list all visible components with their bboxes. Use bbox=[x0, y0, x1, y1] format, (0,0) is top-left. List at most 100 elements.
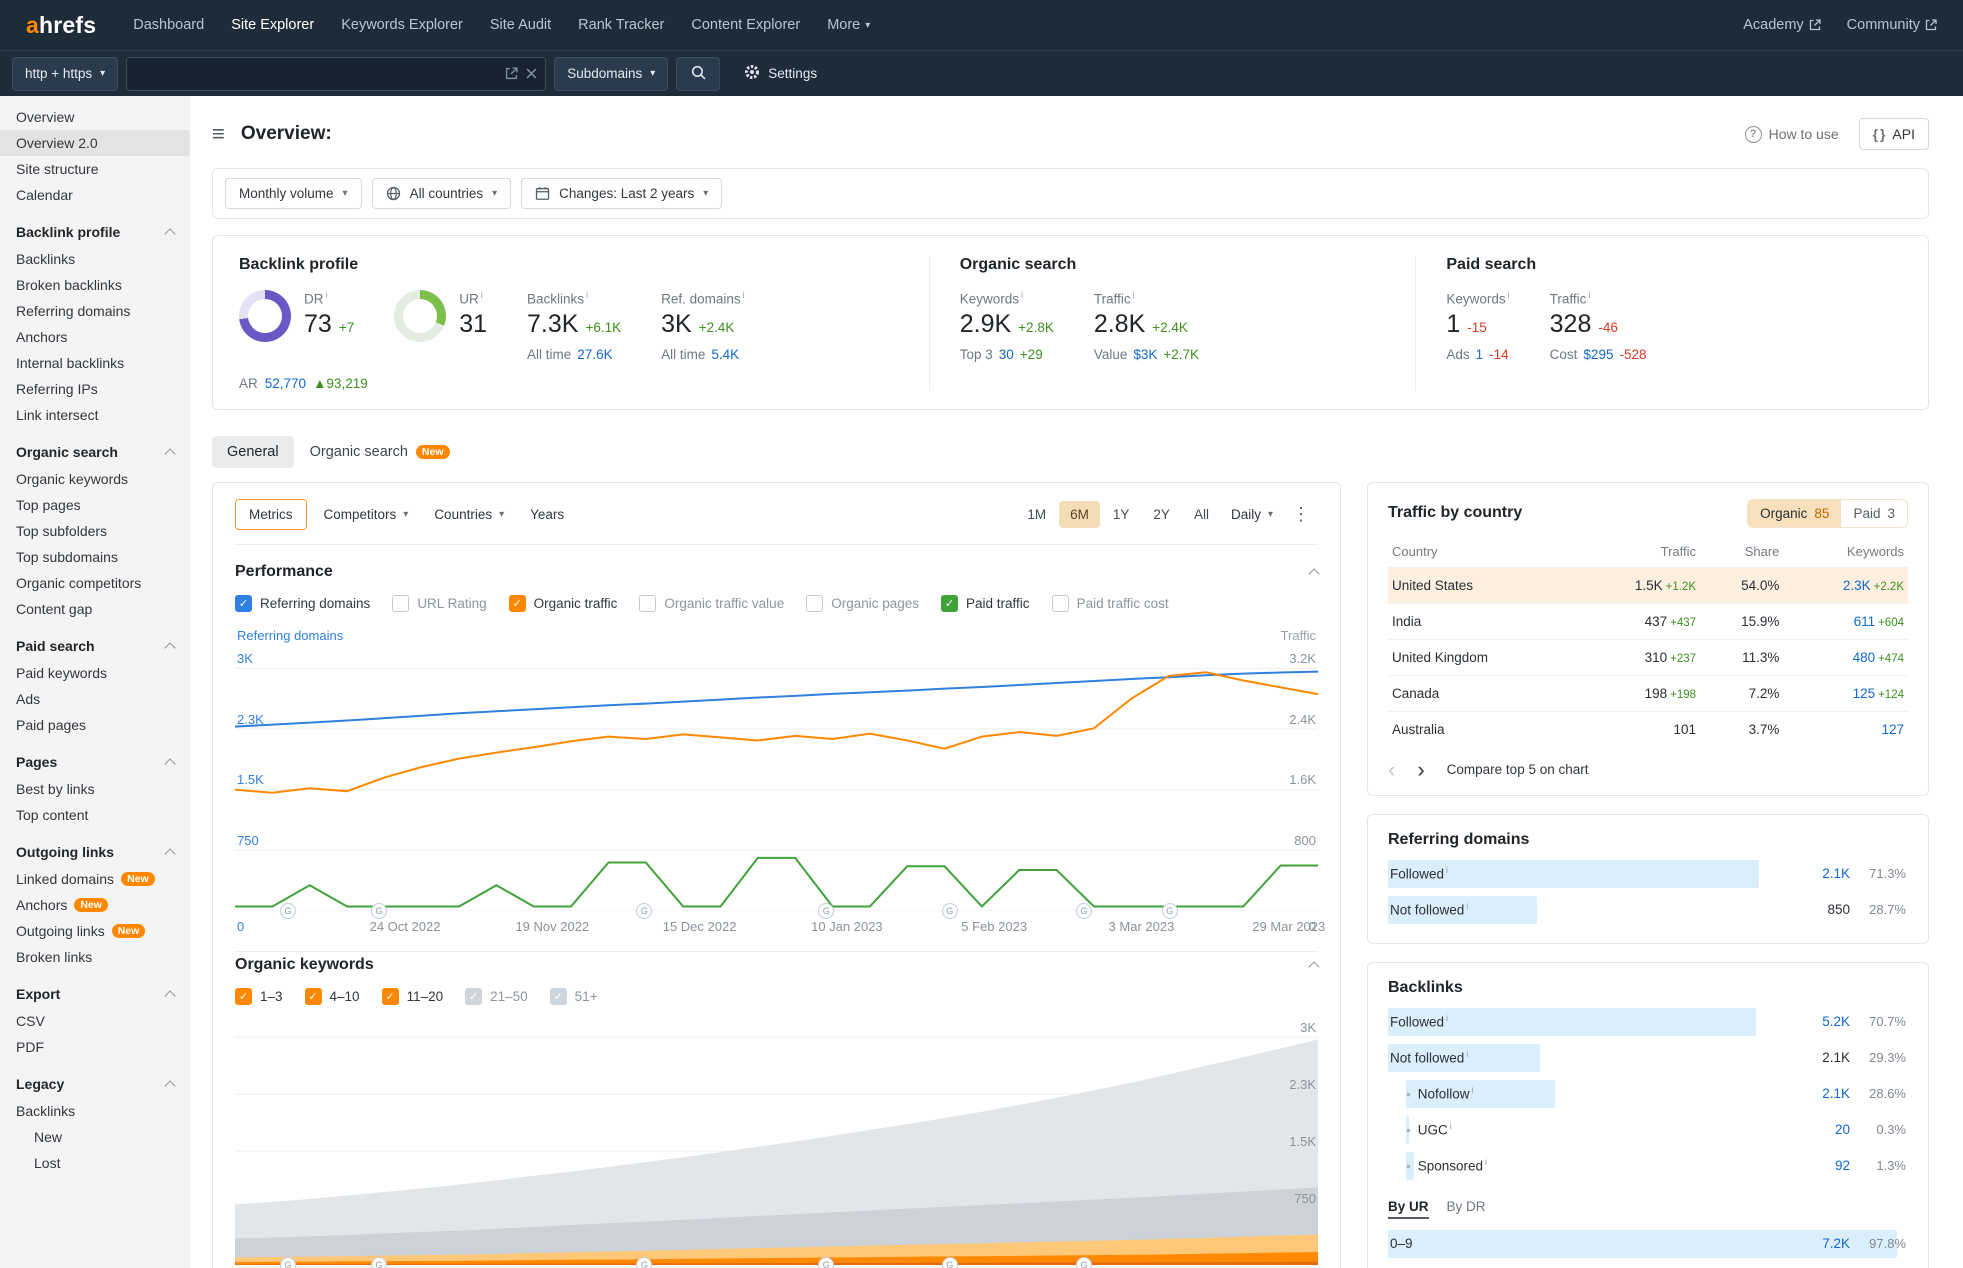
api-button[interactable]: { }API bbox=[1859, 118, 1929, 150]
range-1y[interactable]: 1Y bbox=[1102, 501, 1141, 528]
sidebar-item-ads[interactable]: Ads bbox=[0, 686, 190, 712]
sidebar-item-legacy-new[interactable]: New bbox=[0, 1124, 190, 1150]
performance-section-header[interactable]: Performance bbox=[235, 563, 1318, 581]
sidebar-item-calendar[interactable]: Calendar bbox=[0, 182, 190, 208]
sidebar-item-internal-backlinks[interactable]: Internal backlinks bbox=[0, 350, 190, 376]
sidebar-section-paid-search[interactable]: Paid search bbox=[0, 622, 190, 660]
sidebar-item-overview[interactable]: Overview bbox=[0, 104, 190, 130]
sidebar-item-outgoing-links[interactable]: Outgoing linksNew bbox=[0, 918, 190, 944]
sidebar-section-pages[interactable]: Pages bbox=[0, 738, 190, 776]
target-input[interactable] bbox=[135, 66, 497, 81]
value-link[interactable]: $3K bbox=[1133, 347, 1157, 362]
toggle-organic[interactable]: Organic85 bbox=[1748, 500, 1841, 527]
value-link[interactable]: 5.2K bbox=[1804, 1014, 1850, 1029]
open-in-new-icon[interactable] bbox=[505, 67, 518, 80]
sidebar-item-content-gap[interactable]: Content gap bbox=[0, 596, 190, 622]
compare-top5-link[interactable]: Compare top 5 on chart bbox=[1447, 762, 1589, 777]
nav-community[interactable]: Community bbox=[1847, 17, 1937, 33]
legend-paid-traffic[interactable]: ✓Paid traffic bbox=[941, 595, 1030, 612]
top3-value-link[interactable]: 30 bbox=[999, 347, 1014, 362]
table-row-australia[interactable]: Australia 101 3.7% 127 bbox=[1388, 711, 1908, 747]
protocol-dropdown[interactable]: http + https▾ bbox=[12, 57, 118, 91]
value-link[interactable]: 20 bbox=[1804, 1122, 1850, 1137]
followed-row[interactable]: Followedi 5.2K70.7% bbox=[1388, 1005, 1908, 1039]
countries-dropdown[interactable]: Countries▾ bbox=[425, 500, 513, 529]
table-row-united-kingdom[interactable]: United Kingdom 310+237 11.3% 480+474 bbox=[1388, 639, 1908, 675]
sidebar-item-referring-ips[interactable]: Referring IPs bbox=[0, 376, 190, 402]
search-button[interactable] bbox=[676, 57, 720, 91]
granularity-dropdown[interactable]: Daily▾ bbox=[1222, 500, 1282, 529]
not-followed-row[interactable]: Not followedi 85028.7% bbox=[1388, 893, 1908, 927]
nav-keywords-explorer[interactable]: Keywords Explorer bbox=[341, 17, 463, 33]
sidebar-item-linked-domains[interactable]: Linked domainsNew bbox=[0, 866, 190, 892]
ugc-row[interactable]: •UGCi 200.3% bbox=[1388, 1113, 1908, 1147]
next-page-icon[interactable]: › bbox=[1417, 759, 1424, 781]
col-traffic[interactable]: Traffic bbox=[1575, 536, 1700, 568]
legend-4-10[interactable]: ✓4–10 bbox=[305, 988, 360, 1005]
sidebar-item-pdf[interactable]: PDF bbox=[0, 1034, 190, 1060]
settings-button[interactable]: Settings bbox=[744, 64, 817, 83]
metrics-button[interactable]: Metrics bbox=[235, 499, 307, 530]
changes-range-dropdown[interactable]: Changes: Last 2 years▾ bbox=[521, 178, 722, 209]
legend-url-rating[interactable]: ✓URL Rating bbox=[392, 595, 486, 612]
legend-organic-traffic[interactable]: ✓Organic traffic bbox=[509, 595, 618, 612]
how-to-use-link[interactable]: ?How to use bbox=[1745, 126, 1839, 143]
table-row-canada[interactable]: Canada 198+198 7.2% 125+124 bbox=[1388, 675, 1908, 711]
volume-mode-dropdown[interactable]: Monthly volume▾ bbox=[225, 178, 362, 209]
sidebar-item-anchors-outgoing[interactable]: AnchorsNew bbox=[0, 892, 190, 918]
keywords-link[interactable]: 127 bbox=[1881, 722, 1904, 737]
sidebar-section-legacy[interactable]: Legacy bbox=[0, 1060, 190, 1098]
legend-top3[interactable]: ✓1–3 bbox=[235, 988, 283, 1005]
value-link[interactable]: 92 bbox=[1804, 1158, 1850, 1173]
sidebar-item-broken-backlinks[interactable]: Broken backlinks bbox=[0, 272, 190, 298]
country-filter-dropdown[interactable]: All countries▾ bbox=[372, 178, 512, 209]
sponsored-row[interactable]: •Sponsoredi 921.3% bbox=[1388, 1149, 1908, 1183]
sidebar-section-export[interactable]: Export bbox=[0, 970, 190, 1008]
sidebar-item-legacy-backlinks[interactable]: Backlinks bbox=[0, 1098, 190, 1124]
tab-organic-search[interactable]: Organic searchNew bbox=[304, 436, 456, 468]
sidebar-item-organic-keywords[interactable]: Organic keywords bbox=[0, 466, 190, 492]
legend-51-plus[interactable]: ✓51+ bbox=[550, 988, 598, 1005]
sidebar-item-paid-pages[interactable]: Paid pages bbox=[0, 712, 190, 738]
value-link[interactable]: 2.1K bbox=[1804, 866, 1850, 881]
sidebar-item-top-subfolders[interactable]: Top subfolders bbox=[0, 518, 190, 544]
sidebar-item-top-content[interactable]: Top content bbox=[0, 802, 190, 828]
ads-value-link[interactable]: 1 bbox=[1476, 347, 1484, 362]
ar-value-link[interactable]: 52,770 bbox=[265, 376, 306, 391]
google-update-marker[interactable]: G bbox=[942, 903, 958, 919]
legend-11-20[interactable]: ✓11–20 bbox=[382, 988, 444, 1005]
google-update-marker[interactable]: G bbox=[371, 903, 387, 919]
clear-input-icon[interactable] bbox=[526, 68, 537, 79]
scope-dropdown[interactable]: Subdomains▾ bbox=[554, 57, 668, 91]
sidebar-item-referring-domains[interactable]: Referring domains bbox=[0, 298, 190, 324]
toggle-paid[interactable]: Paid3 bbox=[1841, 500, 1907, 527]
sidebar-item-link-intersect[interactable]: Link intersect bbox=[0, 402, 190, 428]
keywords-link[interactable]: 480 bbox=[1853, 650, 1876, 665]
legend-organic-traffic-value[interactable]: ✓Organic traffic value bbox=[639, 595, 784, 612]
nav-academy[interactable]: Academy bbox=[1743, 17, 1820, 33]
nav-more[interactable]: More▾ bbox=[827, 17, 870, 33]
sidebar-item-broken-links[interactable]: Broken links bbox=[0, 944, 190, 970]
sidebar-item-organic-competitors[interactable]: Organic competitors bbox=[0, 570, 190, 596]
nav-dashboard[interactable]: Dashboard bbox=[133, 17, 204, 33]
google-update-marker[interactable]: G bbox=[818, 903, 834, 919]
range-2y[interactable]: 2Y bbox=[1142, 501, 1181, 528]
not-followed-row[interactable]: Not followedi 2.1K29.3% bbox=[1388, 1041, 1908, 1075]
legend-21-50[interactable]: ✓21–50 bbox=[465, 988, 528, 1005]
performance-chart[interactable]: 3K2.3K1.5K7503.2K2.4K1.6K800024 Oct 2022… bbox=[235, 649, 1318, 911]
collapse-sidebar-icon[interactable]: ≡ bbox=[212, 123, 225, 145]
tab-by-dr[interactable]: By DR bbox=[1447, 1199, 1486, 1219]
google-update-marker[interactable]: G bbox=[1076, 903, 1092, 919]
col-keywords[interactable]: Keywords bbox=[1783, 536, 1908, 568]
sidebar-item-best-by-links[interactable]: Best by links bbox=[0, 776, 190, 802]
table-row-united-states[interactable]: United States 1.5K+1.2K 54.0% 2.3K+2.2K bbox=[1388, 567, 1908, 603]
google-update-marker[interactable]: G bbox=[280, 903, 296, 919]
organic-keywords-section-header[interactable]: Organic keywords bbox=[235, 951, 1318, 974]
legend-paid-traffic-cost[interactable]: ✓Paid traffic cost bbox=[1052, 595, 1169, 612]
sidebar-item-top-pages[interactable]: Top pages bbox=[0, 492, 190, 518]
sidebar-section-outgoing-links[interactable]: Outgoing links bbox=[0, 828, 190, 866]
ur-bucket-row-0-9[interactable]: 0–9 7.2K97.8% bbox=[1388, 1227, 1908, 1261]
backlinks-all-time-link[interactable]: 27.6K bbox=[577, 347, 612, 362]
kebab-menu-icon[interactable]: ⋮ bbox=[1284, 502, 1318, 527]
competitors-dropdown[interactable]: Competitors▾ bbox=[315, 500, 418, 529]
